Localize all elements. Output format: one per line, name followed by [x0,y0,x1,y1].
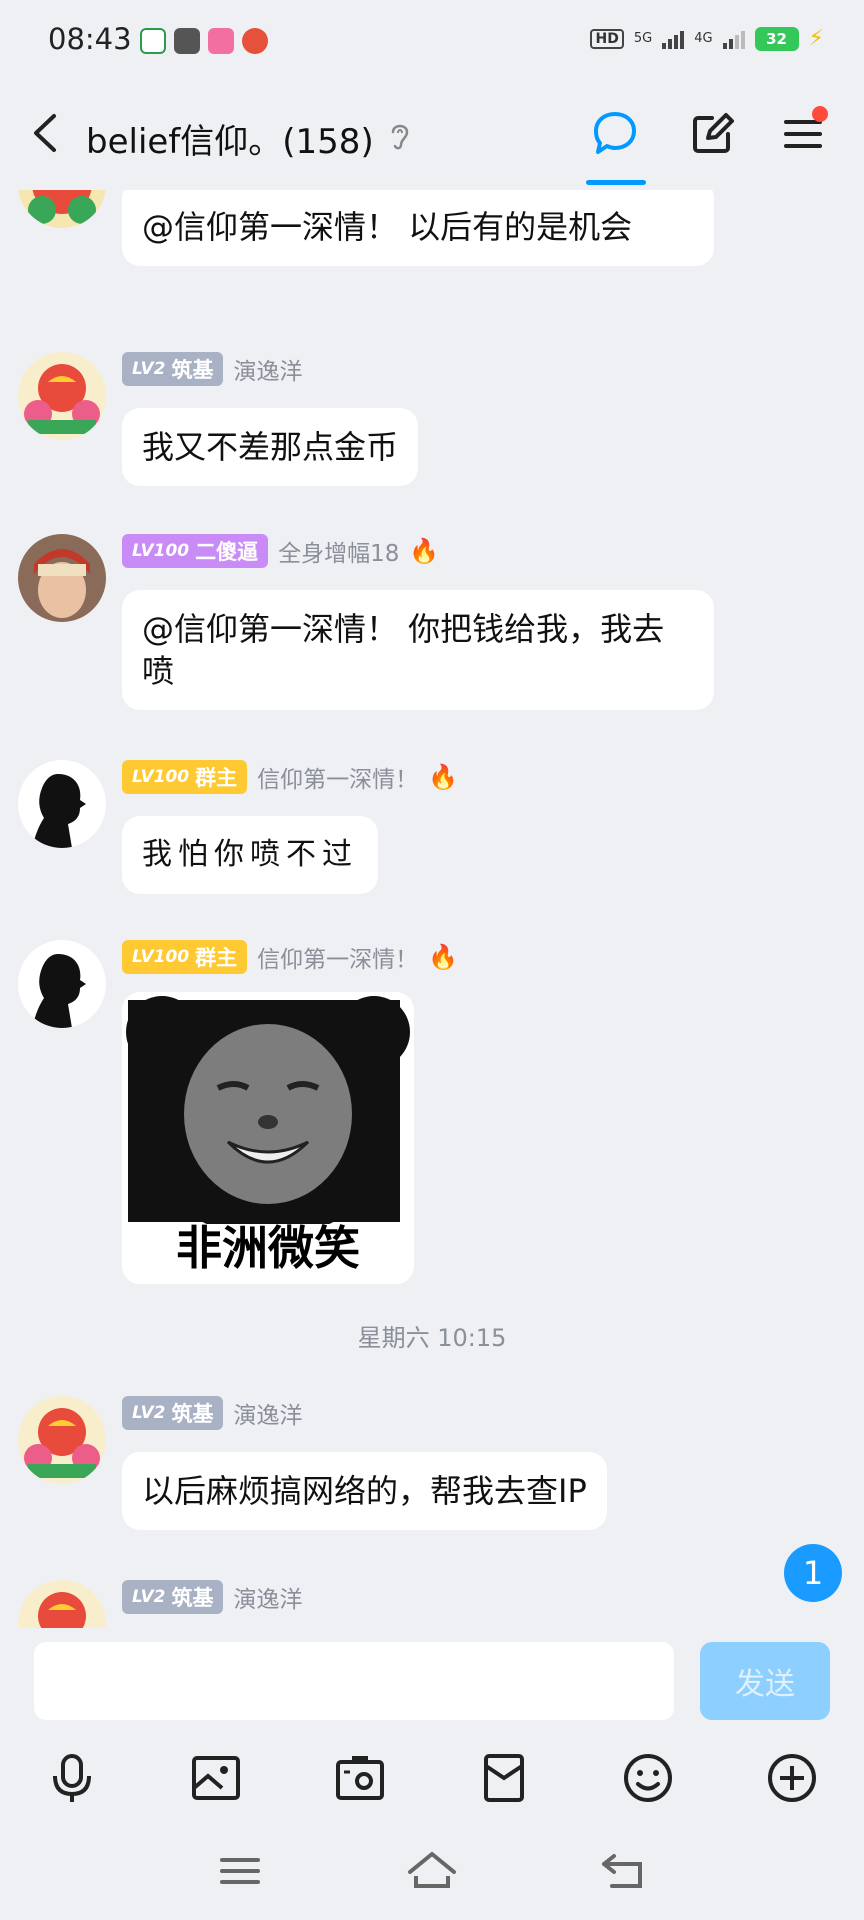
message-meta: LV100 群主 信仰第一深情！ 🔥 [122,760,458,794]
plus-icon[interactable] [762,1748,822,1808]
chat-bubble-icon[interactable] [590,108,640,158]
message-bubble[interactable]: 我又不差那点金币 [122,408,419,486]
system-nav-bar [0,1826,864,1920]
battery-icon: 32 [754,26,799,51]
fire-icon: 🔥 [428,763,459,791]
sender-nickname[interactable]: 全身增幅18 [278,534,399,568]
level-badge: LV100 二傻逼 [122,534,269,568]
bilibili-icon [208,28,234,54]
unread-count-badge[interactable]: 1 [784,1544,842,1602]
avatar-koi[interactable] [18,190,106,228]
avatar-silhouette[interactable] [18,940,106,1028]
input-bar: 发送 [0,1628,864,1728]
network-4g: 4G [694,31,713,46]
sender-nickname[interactable]: 演逸洋 [233,1580,302,1614]
status-indicators: HD 5G 4G 32 ⚡ [590,26,824,51]
level-badge: LV100 群主 [122,940,248,974]
back-icon[interactable] [26,108,66,158]
link-app-icon [174,28,200,54]
message-meta: LV2 筑基 演逸洋 [122,1396,302,1430]
emoji-icon[interactable] [618,1748,678,1808]
photo-icon[interactable] [186,1748,246,1808]
network-5g: 5G [633,31,653,46]
avatar-portrait[interactable] [18,534,106,622]
sticker-caption: 非洲微笑 [176,1221,360,1275]
panda-meme-sticker[interactable]: 非洲微笑 [122,992,414,1284]
notification-dot [812,106,828,122]
level-badge: LV2 筑基 [122,1396,224,1430]
message-meta: LV100 二傻逼 全身增幅18 🔥 [122,534,439,568]
message-meta: LV2 筑基 演逸洋 [122,352,302,386]
sender-nickname[interactable]: 演逸洋 [233,352,302,386]
status-time: 08:43 [48,22,132,56]
sender-nickname[interactable]: 信仰第一深情！ [257,760,418,794]
fire-icon: 🔥 [428,943,459,971]
message-bubble[interactable]: 以后麻烦搞网络的，帮我去查IP [122,1452,607,1530]
level-badge: LV100 群主 [122,760,248,794]
ear-icon [391,124,409,150]
level-badge: LV2 筑基 [122,1580,224,1614]
message-input[interactable] [34,1642,674,1720]
message-bubble[interactable]: @信仰第一深情！ 以后有的是机会 [122,190,714,266]
send-button[interactable]: 发送 [700,1642,830,1720]
signal-icon-2 [722,29,745,49]
avatar-koi[interactable] [18,352,106,440]
edit-icon[interactable] [688,110,736,158]
message-bubble[interactable]: 我怕你喷不过 [122,816,378,894]
status-bar: 08:43 HD 5G 4G 32 ⚡ [0,0,864,80]
message-meta: LV100 群主 信仰第一深情！ 🔥 [122,940,458,974]
notification-icons [140,28,268,54]
signal-icon [662,29,685,49]
microphone-icon[interactable] [42,1748,102,1808]
time-separator: 星期六 10:15 [357,1324,507,1352]
fire-icon: 🔥 [409,537,440,565]
input-toolbar [0,1736,864,1820]
avatar-silhouette[interactable] [18,760,106,848]
camera-icon[interactable] [330,1748,390,1808]
active-tab-indicator [586,180,646,185]
message-list[interactable]: @信仰第一深情！ 以后有的是机会 LV2 筑基 演逸洋 我又不差那点金币 LV10… [0,190,864,1628]
level-badge: LV2 筑基 [122,352,224,386]
message-meta: LV2 筑基 演逸洋 [122,1580,302,1614]
recent-apps-icon[interactable] [210,1846,270,1896]
chat-header: belief信仰。(158) [0,80,864,190]
sender-nickname[interactable]: 信仰第一深情！ [257,940,418,974]
group-title[interactable]: belief信仰。(158) [86,114,374,163]
hd-badge: HD [590,28,624,49]
charging-icon: ⚡ [808,26,824,51]
mobile-app-icon [140,28,166,54]
message-bubble[interactable]: @信仰第一深情！ 你把钱给我，我去喷 [122,590,714,710]
avatar-koi[interactable] [18,1396,106,1484]
red-packet-icon[interactable] [474,1748,534,1808]
home-icon[interactable] [402,1846,462,1896]
back-icon[interactable] [594,1846,654,1896]
game-app-icon [242,28,268,54]
avatar-koi[interactable] [18,1580,106,1628]
sender-nickname[interactable]: 演逸洋 [233,1396,302,1430]
